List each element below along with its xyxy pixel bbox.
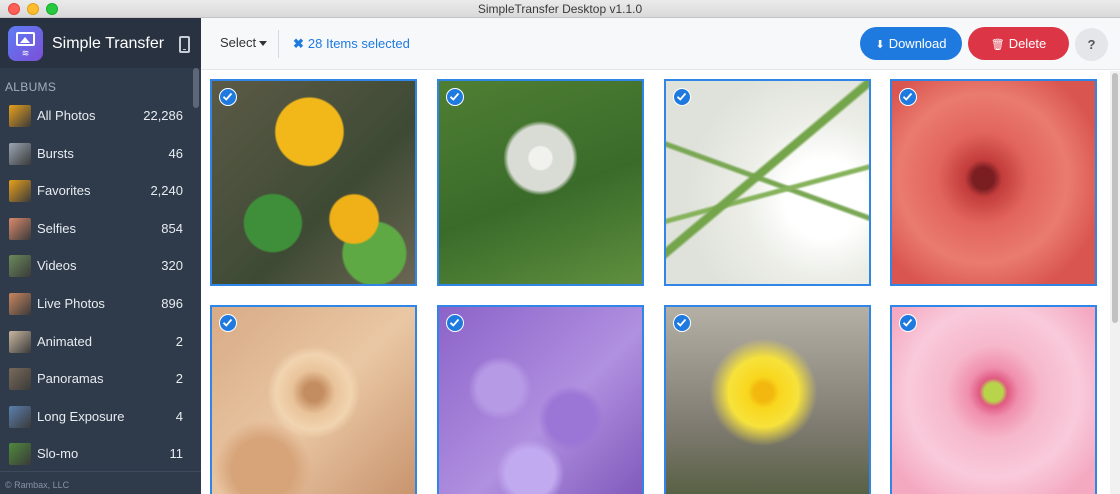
album-item-animated[interactable]: Animated 2 [0,322,193,360]
checkmark-icon[interactable] [673,314,691,332]
photo-tile-yellow-daffodil[interactable] [664,305,871,494]
sidebar-divider [0,471,201,472]
album-item-slo-mo[interactable]: Slo-mo 11 [0,434,193,472]
album-item-videos[interactable]: Videos 320 [0,246,193,284]
download-button[interactable]: ⬇ Download [860,27,962,60]
album-thumbnail [9,405,31,428]
album-item-live-photos[interactable]: Live Photos 896 [0,284,193,322]
album-name: All Photos [37,108,96,123]
album-name: Panoramas [37,371,104,387]
clear-selection-icon[interactable]: ✖ [293,36,304,51]
chevron-down-icon [259,41,268,47]
album-item-all-photos[interactable]: All Photos 22,286 [0,96,193,134]
toolbar-divider [278,30,279,58]
album-item-bursts[interactable]: Bursts 46 [0,134,193,172]
checkmark-icon[interactable] [219,314,237,332]
album-thumbnail [9,443,31,466]
checkmark-icon[interactable] [673,88,691,106]
album-name: Selfies [37,220,77,236]
sidebar: ≋ Simple Transfer ALBUMS All Photos 22,2… [0,18,201,494]
delete-button[interactable]: 🗑 Delete [968,27,1069,60]
album-thumbnail [9,217,31,240]
download-icon: ⬇ [875,39,885,51]
selected-count-text: 28 Items selected [307,36,410,51]
album-count: 2,240 [150,183,183,199]
checkmark-icon[interactable] [899,88,917,106]
albums-heading: ALBUMS [5,80,57,94]
album-list: All Photos 22,286 Bursts 46 Favorites 2,… [0,96,193,472]
checkmark-icon[interactable] [446,314,464,332]
album-name: Bursts [37,145,74,161]
photo-tile-yellow-poppies[interactable] [210,79,417,286]
selection-status[interactable]: ✖ 28 Items selected [293,36,410,52]
photo-tile-white-lily[interactable] [664,79,871,286]
sidebar-scrollbar[interactable] [193,68,199,108]
album-name: Live Photos [37,295,105,311]
album-name: Videos [37,258,77,274]
album-item-favorites[interactable]: Favorites 2,240 [0,171,193,209]
album-count: 896 [161,295,183,311]
album-count: 2 [175,333,183,349]
grid-scrollbar[interactable] [1110,71,1120,494]
select-label: Select [220,35,257,50]
brand-header: ≋ Simple Transfer [0,18,201,68]
album-count: 11 [169,446,184,462]
album-count: 2 [175,371,183,387]
album-count: 4 [175,408,183,424]
album-thumbnail [9,105,31,127]
album-item-panoramas[interactable]: Panoramas 2 [0,359,193,397]
checkmark-icon[interactable] [219,88,237,106]
delete-label: Delete [1008,36,1047,51]
album-item-selfies[interactable]: Selfies 854 [0,209,193,247]
photo-tile-purple-crocuses[interactable] [437,305,644,494]
album-count: 854 [161,220,183,236]
album-name: Long Exposure [37,408,125,424]
window-title: SimpleTransfer Desktop v1.1.0 [477,2,643,16]
trash-icon: 🗑 [990,39,1005,51]
phone-icon[interactable] [179,36,190,53]
checkmark-icon[interactable] [446,88,464,106]
select-dropdown[interactable]: Select [220,35,268,50]
app-logo-icon: ≋ [8,26,43,61]
album-count: 22,286 [143,108,183,123]
photo-tile-red-ranunculus[interactable] [890,79,1097,286]
album-item-long-exposure[interactable]: Long Exposure 4 [0,397,193,435]
window-titlebar: SimpleTransfer Desktop v1.1.0 [0,0,1120,18]
album-thumbnail [9,255,31,278]
album-name: Slo-mo [37,446,79,462]
album-thumbnail [9,368,31,391]
photo-tile-peach-roses[interactable] [210,305,417,494]
album-count: 320 [161,258,183,274]
album-count: 46 [168,145,183,161]
toolbar: Select ✖ 28 Items selected ⬇ Download 🗑 Del… [201,18,1120,70]
photo-tile-dandelion[interactable] [437,79,644,286]
album-name: Animated [37,333,92,349]
photo-tile-pink-gerbera[interactable] [890,305,1097,494]
help-button[interactable]: ? [1075,28,1108,61]
scrollbar-thumb[interactable] [1112,73,1118,323]
photo-grid [201,71,1109,494]
album-thumbnail [9,180,31,203]
album-thumbnail [9,142,31,165]
brand-name: Simple Transfer [52,35,165,52]
checkmark-icon[interactable] [899,314,917,332]
album-thumbnail [9,330,31,353]
album-thumbnail [9,292,31,315]
download-label: Download [888,36,947,51]
copyright-text: © Rambax, LLC [5,480,70,490]
album-name: Favorites [37,183,91,199]
